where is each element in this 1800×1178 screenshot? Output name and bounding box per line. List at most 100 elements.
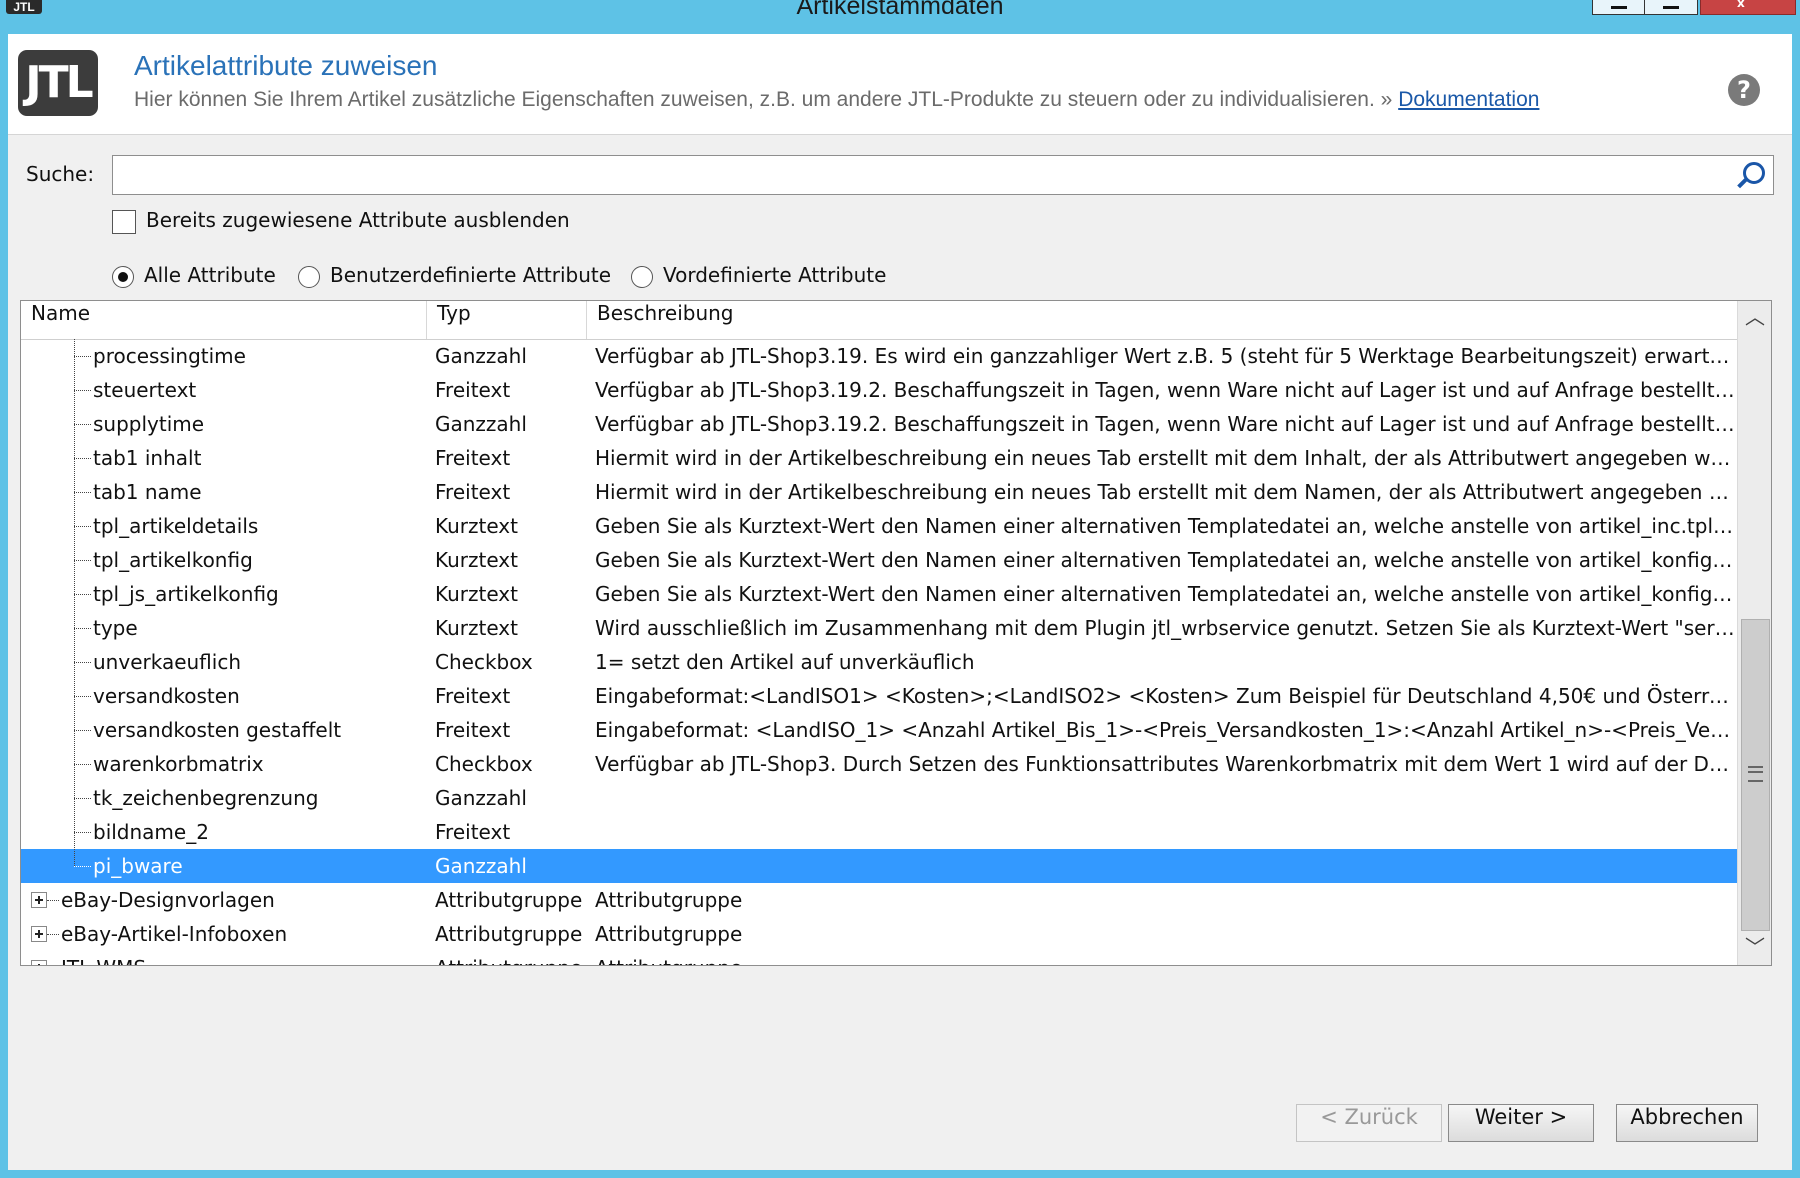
tree-vertical-connector [74,339,75,866]
expand-icon[interactable] [31,926,47,942]
cell-beschreibung: Hiermit wird in der Artikelbeschreibung … [595,480,1735,504]
column-header-typ[interactable]: Typ [427,301,587,339]
window-title: Artikelstammdaten [796,0,1004,20]
cell-name: tpl_artikelkonfig [93,548,253,572]
close-button[interactable]: x [1700,0,1796,15]
next-button[interactable]: Weiter > [1448,1104,1594,1142]
cell-beschreibung [595,815,1735,849]
cell-typ: Attributgruppe [435,888,583,912]
cell-beschreibung [595,849,1735,883]
table-row[interactable]: bildname_2 Freitext [21,815,1737,849]
cell-name: tpl_js_artikelkonfig [93,582,279,606]
table-row[interactable]: tk_zeichenbegrenzung Ganzzahl [21,781,1737,815]
table-row[interactable]: tpl_artikeldetails Kurztext Geben Sie als … [21,509,1737,543]
dialog-frame: JTL Artikelattribute zuweisen Hier könne… [8,34,1792,1170]
attribute-grid[interactable]: Name Typ Beschreibung processingtime Ganz… [20,300,1772,966]
cell-typ: Freitext [435,684,511,708]
cell-name: steuertext [93,378,197,402]
cell-name: versandkosten gestaffelt [93,718,342,742]
radio-custom-attributes[interactable] [298,266,320,288]
tree-connector [47,934,59,935]
minimize-icon [1611,0,1627,9]
tree-connector [74,696,91,697]
cell-beschreibung: Verfügbar ab JTL-Shop3. Durch Setzen des… [595,752,1735,776]
search-input[interactable] [112,155,1774,195]
cell-name: versandkosten [93,684,240,708]
jtl-logo: JTL [18,50,98,116]
radio-predefined-attributes[interactable] [631,266,653,288]
search-icon[interactable] [1743,162,1765,184]
cell-typ: Freitext [435,446,511,470]
attribute-group-row[interactable]: eBay-Artikel-Infoboxen Attributgruppe Attr… [21,917,1737,951]
radio-all-attributes[interactable] [112,266,134,288]
cancel-button[interactable]: Abbrechen [1616,1104,1758,1142]
tree-connector [74,866,91,867]
cell-beschreibung: Verfügbar ab JTL-Shop3.19. Es wird ein g… [595,344,1735,368]
cell-typ: Kurztext [435,514,518,538]
help-icon[interactable]: ? [1728,74,1760,106]
cell-beschreibung: Attributgruppe [595,922,743,946]
table-row[interactable]: tpl_artikelkonfig Kurztext Geben Sie als K… [21,543,1737,577]
table-row[interactable]: type Kurztext Wird ausschließlich im Zusam… [21,611,1737,645]
radio-all-label[interactable]: Alle Attribute [144,263,276,287]
cell-typ: Ganzzahl [435,344,527,368]
table-row[interactable]: supplytime Ganzzahl Verfügbar ab JTL-Shop3… [21,407,1737,441]
tree-connector [74,730,91,731]
cell-typ: Checkbox [435,752,533,776]
hide-assigned-checkbox[interactable] [112,210,136,234]
maximize-icon [1663,0,1679,9]
tree-connector [74,356,91,357]
cell-name: JTL-WMS [61,951,401,965]
page-title: Artikelattribute zuweisen [134,50,438,81]
close-icon: x [1737,0,1745,10]
back-button[interactable]: < Zurück [1296,1104,1442,1142]
cell-name: warenkorbmatrix [93,752,264,776]
attribute-group-row[interactable]: JTL-WMS Attributgruppe Attributgruppe [21,951,1737,965]
column-header-name[interactable]: Name [21,301,427,339]
cell-beschreibung: Eingabeformat:<LandISO1> <Kosten>;<LandI… [595,684,1735,708]
hide-assigned-label[interactable]: Bereits zugewiesene Attribute ausblenden [146,208,570,232]
cell-typ: Ganzzahl [435,786,527,810]
scroll-grip-icon [1748,766,1763,782]
scroll-down-icon[interactable]: ﹀ [1738,931,1771,965]
cell-typ: Freitext [435,480,511,504]
tree-connector [74,798,91,799]
tree-connector [74,424,91,425]
cell-typ: Freitext [435,378,511,402]
table-row[interactable]: steuertext Freitext Verfügbar ab JTL-Shop3… [21,373,1737,407]
cell-beschreibung: Wird ausschließlich im Zusammenhang mit … [595,616,1735,640]
table-row[interactable]: tab1 inhalt Freitext Hiermit wird in der A… [21,441,1737,475]
cell-typ: Attributgruppe [435,922,583,946]
cell-typ: Freitext [435,718,511,742]
scroll-up-icon[interactable]: ︿ [1738,301,1771,335]
attribute-group-row[interactable]: eBay-Designvorlagen Attributgruppe Attribu… [21,883,1737,917]
table-row[interactable]: unverkaeuflich Checkbox 1= setzt den Artik… [21,645,1737,679]
table-row[interactable]: warenkorbmatrix Checkbox Verfügbar ab JTL-… [21,747,1737,781]
cell-beschreibung: Attributgruppe [595,888,743,912]
table-row[interactable]: tpl_js_artikelkonfig Kurztext Geben Sie al… [21,577,1737,611]
tree-connector [47,900,59,901]
table-row[interactable]: tab1 name Freitext Hiermit wird in der Art… [21,475,1737,509]
window-titlebar[interactable]: JTL Artikelstammdaten x [0,0,1800,34]
expand-icon[interactable] [31,892,47,908]
cell-typ: Checkbox [435,650,533,674]
dialog-header: JTL Artikelattribute zuweisen Hier könne… [8,34,1792,135]
cell-name: pi_bware [93,854,183,878]
scrollbar-thumb[interactable] [1741,619,1770,931]
tree-connector [74,560,91,561]
table-row[interactable]: pi_bware Ganzzahl [21,849,1737,883]
grid-rows: processingtime Ganzzahl Verfügbar ab JTL-S… [21,339,1737,965]
column-header-beschreibung[interactable]: Beschreibung [587,301,1737,339]
documentation-link[interactable]: Dokumentation [1398,88,1539,111]
cell-name: eBay-Designvorlagen [61,888,275,912]
radio-custom-label[interactable]: Benutzerdefinierte Attribute [330,263,611,287]
cell-typ: Attributgruppe [435,951,587,965]
table-row[interactable]: versandkosten Freitext Eingabeformat:<Land… [21,679,1737,713]
expand-icon[interactable] [31,960,47,965]
maximize-button[interactable] [1644,0,1698,15]
radio-predefined-label[interactable]: Vordefinierte Attribute [663,263,886,287]
table-row[interactable]: versandkosten gestaffelt Freitext Eingabef… [21,713,1737,747]
table-row[interactable]: processingtime Ganzzahl Verfügbar ab JTL-S… [21,339,1737,373]
minimize-button[interactable] [1592,0,1646,15]
vertical-scrollbar[interactable]: ︿ ﹀ [1737,301,1771,965]
